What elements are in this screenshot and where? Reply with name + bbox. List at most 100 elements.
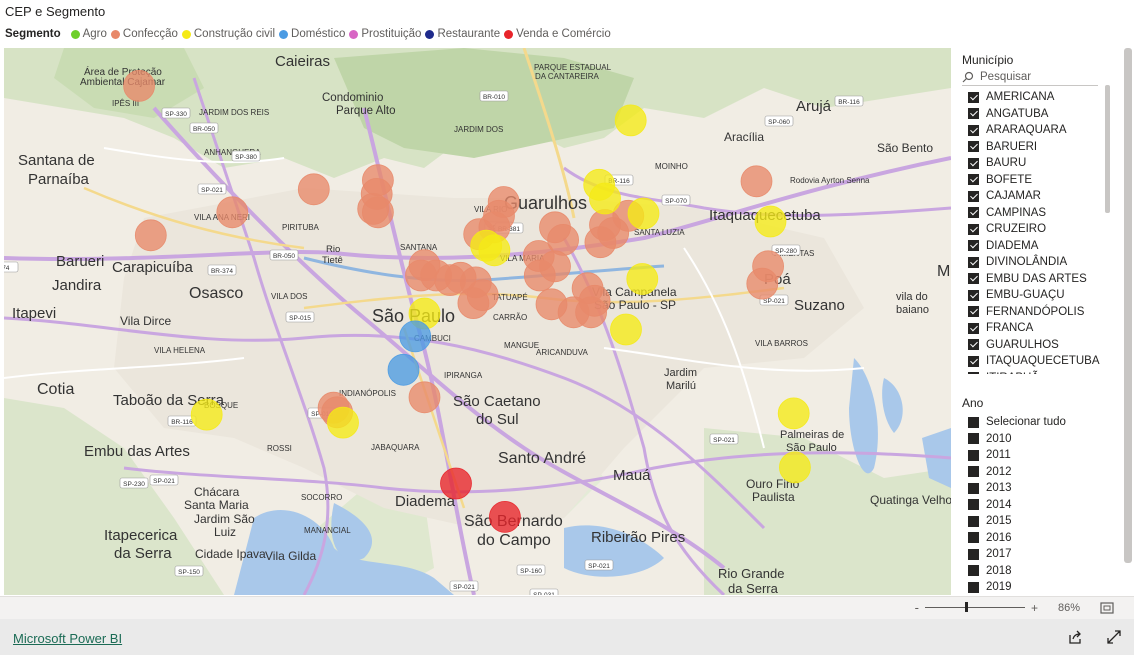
municipio-item[interactable]: GUARULHOS <box>962 337 1128 354</box>
municipio-item[interactable]: DIADEMA <box>962 238 1128 255</box>
ano-item[interactable]: 2011 <box>962 447 1128 464</box>
map-point-confeccao[interactable] <box>216 196 249 229</box>
checkbox[interactable] <box>968 466 979 478</box>
municipio-item[interactable]: EMBU DAS ARTES <box>962 271 1128 288</box>
checkbox[interactable] <box>968 433 979 445</box>
municipio-item[interactable]: EMBU-GUAÇU <box>962 287 1128 304</box>
ano-item[interactable]: 2015 <box>962 513 1128 530</box>
checkbox[interactable] <box>968 499 979 511</box>
checkbox[interactable] <box>968 339 979 351</box>
map-point-construcao-civil[interactable] <box>779 451 811 484</box>
fit-to-page-icon[interactable] <box>1100 601 1114 614</box>
zoom-out-button[interactable]: - <box>915 600 919 615</box>
map-point-confeccao[interactable] <box>575 296 607 329</box>
checkbox[interactable] <box>968 372 979 374</box>
legend-item[interactable]: Restaurante <box>425 28 500 40</box>
checkbox[interactable] <box>968 256 979 268</box>
ano-item[interactable]: 2016 <box>962 530 1128 547</box>
checkbox[interactable] <box>968 174 979 186</box>
map-point-construcao-civil[interactable] <box>190 398 223 431</box>
checkbox[interactable] <box>968 355 979 367</box>
checkbox[interactable] <box>968 515 979 527</box>
map-point-venda-e-comercio[interactable] <box>488 500 521 533</box>
municipio-item[interactable]: ARARAQUARA <box>962 122 1128 139</box>
map-point-domestico[interactable] <box>387 353 420 386</box>
checkbox[interactable] <box>968 223 979 235</box>
zoom-in-button[interactable]: + <box>1031 601 1038 615</box>
map-point-construcao-civil[interactable] <box>627 197 660 230</box>
municipio-list-scrollbar[interactable] <box>1105 85 1110 213</box>
map-point-construcao-civil[interactable] <box>777 397 810 430</box>
legend-item[interactable]: Doméstico <box>279 28 345 40</box>
checkbox[interactable] <box>968 482 979 494</box>
municipio-item[interactable]: DIVINOLÂNDIA <box>962 254 1128 271</box>
map-point-confeccao[interactable] <box>740 165 773 198</box>
power-bi-link[interactable]: Microsoft Power BI <box>13 631 122 646</box>
map-point-confeccao[interactable] <box>297 173 330 206</box>
map-point-construcao-civil[interactable] <box>754 205 787 238</box>
ano-item[interactable]: 2014 <box>962 497 1128 514</box>
map-point-domestico[interactable] <box>399 320 432 353</box>
map-point-venda-e-comercio[interactable] <box>440 467 472 500</box>
legend-item[interactable]: Venda e Comércio <box>504 28 611 40</box>
map-point-confeccao[interactable] <box>746 267 779 300</box>
checkbox[interactable] <box>968 581 979 593</box>
municipio-item[interactable]: ANGATUBA <box>962 106 1128 123</box>
map-canvas[interactable]: Caieiras Condominio Parque Alto Área de Pro… <box>4 48 951 595</box>
municipio-list[interactable]: AMERICANA ANGATUBA ARARAQUARA BARUERI BAURU B… <box>962 89 1128 374</box>
municipio-item[interactable]: BAURU <box>962 155 1128 172</box>
checkbox[interactable] <box>968 532 979 544</box>
checkbox[interactable] <box>968 108 979 120</box>
checkbox[interactable] <box>968 190 979 202</box>
filter-pane-scrollbar[interactable] <box>1124 48 1132 563</box>
map-point-confeccao[interactable] <box>408 381 441 414</box>
checkbox[interactable] <box>968 91 979 103</box>
map-point-construcao-civil[interactable] <box>614 104 647 137</box>
checkbox[interactable] <box>968 157 979 169</box>
map-point-construcao-civil[interactable] <box>478 234 511 267</box>
municipio-item[interactable]: BOFETE <box>962 172 1128 189</box>
checkbox[interactable] <box>968 416 979 428</box>
checkbox[interactable] <box>968 124 979 136</box>
municipio-item[interactable]: ITAQUAQUECETUBA <box>962 353 1128 370</box>
map-svg[interactable]: CaieirasCondominioParque AltoÁrea de Pro… <box>4 48 951 595</box>
legend-item[interactable]: Agro <box>70 28 107 40</box>
ano-item[interactable]: 2010 <box>962 431 1128 448</box>
checkbox[interactable] <box>968 289 979 301</box>
checkbox[interactable] <box>968 306 979 318</box>
checkbox[interactable] <box>968 449 979 461</box>
ano-item[interactable]: 2017 <box>962 546 1128 563</box>
legend-item[interactable]: Construção civil <box>181 28 275 40</box>
checkbox[interactable] <box>968 322 979 334</box>
zoom-slider-thumb[interactable] <box>964 602 968 612</box>
municipio-item[interactable]: CAMPINAS <box>962 205 1128 222</box>
municipio-item[interactable]: FERNANDÓPOLIS <box>962 304 1128 321</box>
checkbox[interactable] <box>968 565 979 577</box>
municipio-item[interactable]: CAJAMAR <box>962 188 1128 205</box>
ano-item[interactable]: Selecionar tudo <box>962 414 1128 431</box>
map-point-confeccao[interactable] <box>361 196 394 229</box>
checkbox[interactable] <box>968 207 979 219</box>
checkbox[interactable] <box>968 240 979 252</box>
map-point-construcao-civil[interactable] <box>610 313 642 346</box>
map-point-confeccao[interactable] <box>134 219 167 252</box>
map-point-confeccao[interactable] <box>457 287 490 320</box>
ano-item[interactable]: 2013 <box>962 480 1128 497</box>
map-point-construcao-civil[interactable] <box>589 182 621 215</box>
map-point-confeccao[interactable] <box>584 226 617 259</box>
municipio-item[interactable]: AMERICANA <box>962 89 1128 106</box>
map-point-construcao-civil[interactable] <box>626 263 659 295</box>
map-point-confeccao[interactable] <box>123 70 156 102</box>
municipio-item[interactable]: FRANCA <box>962 320 1128 337</box>
checkbox[interactable] <box>968 548 979 560</box>
search-input[interactable]: Pesquisar <box>980 71 1031 83</box>
municipio-item[interactable]: BARUERI <box>962 139 1128 156</box>
map-point-construcao-civil[interactable] <box>327 406 359 439</box>
checkbox[interactable] <box>968 141 979 153</box>
fullscreen-icon[interactable] <box>1106 629 1122 645</box>
ano-item[interactable]: 2019 <box>962 579 1128 596</box>
municipio-item[interactable]: CRUZEIRO <box>962 221 1128 238</box>
municipio-item[interactable]: ITIRAPUÃ <box>962 370 1128 374</box>
zoom-slider[interactable] <box>924 602 1025 612</box>
share-icon[interactable] <box>1067 629 1083 645</box>
